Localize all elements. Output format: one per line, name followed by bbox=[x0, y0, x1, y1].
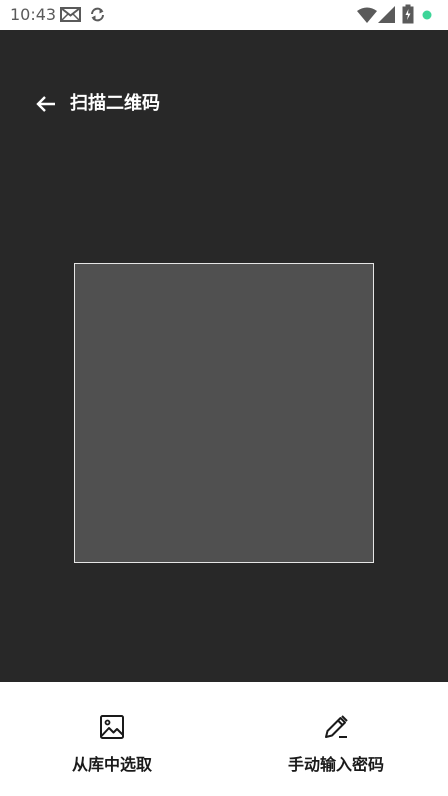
pick-from-library-button[interactable]: 从库中选取 bbox=[0, 682, 224, 796]
pencil-icon bbox=[325, 715, 348, 738]
status-bar: 10:43 bbox=[0, 0, 448, 30]
sync-icon bbox=[91, 7, 104, 22]
notification-dot-icon bbox=[422, 10, 432, 20]
status-time: 10:43 bbox=[10, 5, 57, 24]
battery-icon bbox=[402, 4, 414, 24]
pick-from-library-label: 从库中选取 bbox=[71, 755, 152, 774]
manual-input-label: 手动输入密码 bbox=[287, 755, 384, 774]
mail-icon bbox=[60, 7, 81, 22]
arrow-left-icon bbox=[36, 96, 55, 112]
scan-frame bbox=[74, 263, 374, 563]
manual-input-button[interactable]: 手动输入密码 bbox=[224, 682, 448, 796]
image-icon bbox=[100, 715, 124, 739]
page-title: 扫描二维码 bbox=[70, 93, 160, 114]
signal-icon bbox=[378, 6, 395, 23]
scanner-view: 扫描二维码 bbox=[0, 30, 448, 682]
wifi-icon bbox=[357, 7, 377, 23]
back-button[interactable] bbox=[32, 90, 60, 118]
bottom-actions: 从库中选取 手动输入密码 bbox=[0, 682, 448, 796]
